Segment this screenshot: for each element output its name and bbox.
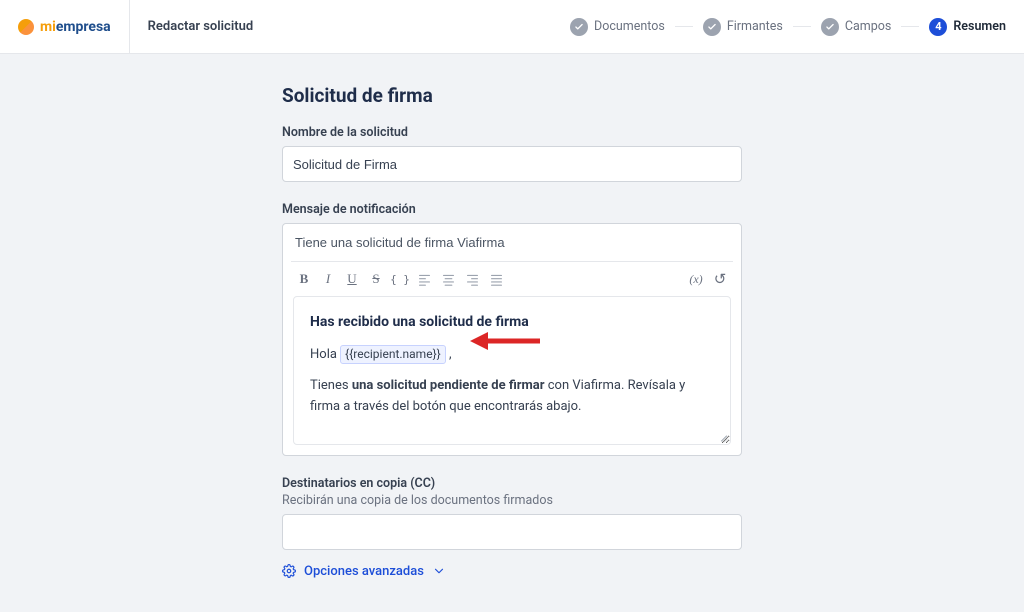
body-heading: Has recibido una solicitud de firma — [310, 311, 714, 333]
step-firmantes[interactable]: Firmantes — [703, 18, 783, 36]
step-label: Resumen — [953, 19, 1006, 34]
brand-logo[interactable]: miempresa — [18, 19, 111, 35]
step-label: Firmantes — [727, 19, 783, 34]
message-subject-input[interactable] — [283, 224, 741, 260]
underline-button[interactable]: U — [341, 268, 363, 290]
italic-button[interactable]: I — [317, 268, 339, 290]
check-icon — [570, 18, 588, 36]
stepper: Documentos Firmantes Campos 4 Resumen — [570, 18, 1006, 36]
request-name-label: Nombre de la solicitud — [282, 125, 742, 140]
check-icon — [821, 18, 839, 36]
step-separator — [793, 26, 811, 27]
insert-variable-button[interactable]: (x) — [685, 268, 707, 290]
step-number-icon: 4 — [929, 18, 947, 36]
logo-mark-icon — [18, 19, 34, 35]
body-paragraph: Tienes una solicitud pendiente de firmar… — [310, 376, 714, 418]
message-subject-row — [283, 224, 741, 261]
logo-text-accent: mi — [40, 19, 56, 35]
body-comma: , — [449, 347, 452, 362]
content-area: Solicitud de firma Nombre de la solicitu… — [0, 54, 1024, 609]
message-editor: B I U S { } — [282, 223, 742, 456]
form-column: Solicitud de firma Nombre de la solicitu… — [282, 84, 742, 579]
message-label: Mensaje de notificación — [282, 202, 742, 217]
resize-handle-icon[interactable] — [718, 432, 728, 442]
step-campos[interactable]: Campos — [821, 18, 892, 36]
step-separator — [675, 26, 693, 27]
bold-button[interactable]: B — [293, 268, 315, 290]
body-greeting-line: Hola {{recipient.name}} , — [310, 345, 714, 366]
advanced-options-toggle[interactable]: Opciones avanzadas — [282, 564, 742, 579]
code-button[interactable]: { } — [389, 268, 411, 290]
divider — [129, 0, 130, 54]
message-group: Mensaje de notificación B I U S { } — [282, 202, 742, 456]
request-name-input[interactable] — [282, 146, 742, 182]
cc-group: Destinatarios en copia (CC) Recibirán un… — [282, 476, 742, 550]
editor-toolbar: B I U S { } — [283, 262, 741, 296]
form-heading: Solicitud de firma — [282, 84, 742, 107]
chevron-down-icon — [432, 564, 446, 578]
page-title: Redactar solicitud — [148, 19, 254, 34]
recipient-name-variable-chip[interactable]: {{recipient.name}} — [340, 345, 446, 364]
align-center-button[interactable] — [437, 268, 459, 290]
step-label: Campos — [845, 19, 892, 34]
advanced-options-label: Opciones avanzadas — [304, 564, 424, 579]
step-documentos[interactable]: Documentos — [570, 18, 665, 36]
align-justify-button[interactable] — [485, 268, 507, 290]
check-icon — [703, 18, 721, 36]
undo-button[interactable]: ↺ — [709, 268, 731, 290]
align-left-button[interactable] — [413, 268, 435, 290]
cc-sublabel: Recibirán una copia de los documentos fi… — [282, 493, 742, 508]
step-resumen[interactable]: 4 Resumen — [929, 18, 1006, 36]
top-bar: miempresa Redactar solicitud Documentos … — [0, 0, 1024, 54]
step-separator — [901, 26, 919, 27]
message-body-editor[interactable]: Has recibido una solicitud de firma Hola… — [293, 296, 731, 445]
cc-input[interactable] — [282, 514, 742, 550]
strike-button[interactable]: S — [365, 268, 387, 290]
align-right-button[interactable] — [461, 268, 483, 290]
cc-label: Destinatarios en copia (CC) — [282, 476, 742, 491]
request-name-group: Nombre de la solicitud — [282, 125, 742, 182]
gear-icon — [282, 564, 296, 578]
step-label: Documentos — [594, 19, 665, 34]
logo-text-rest: empresa — [56, 19, 111, 35]
body-hello: Hola — [310, 347, 337, 362]
